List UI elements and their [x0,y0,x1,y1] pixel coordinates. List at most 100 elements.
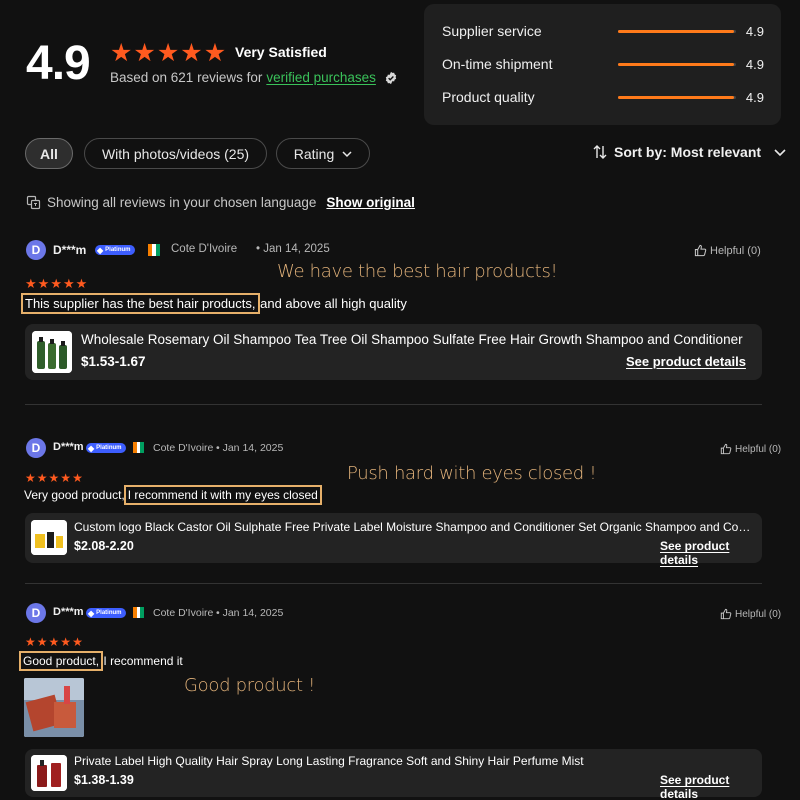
helpful-count: Helpful (0) [735,443,782,455]
review-text: Very good product, I recommend it with my… [24,485,322,505]
product-price: $1.53-1.67 [81,354,146,369]
review-text-pre: Very good product, [24,488,125,502]
metric-label: Product quality [442,89,535,105]
star-icon: ★ [62,276,76,291]
sort-icon [593,145,607,159]
badge-label: Platinum [96,445,122,451]
sort-label: Sort by: Most relevant [614,144,762,160]
star-icon: ★ [60,471,73,485]
platinum-badge: ◆ Platinum [95,245,135,255]
badge-label: Platinum [96,610,122,616]
product-title[interactable]: Private Label High Quality Hair Spray Lo… [74,754,754,768]
review-stars: ★ ★ ★ ★ ★ [25,276,88,292]
metric-label: Supplier service [442,23,542,39]
helpful-button[interactable]: Helpful (0) [720,608,781,620]
thumbs-up-icon [694,244,707,257]
product-title[interactable]: Custom logo Black Castor Oil Sulphate Fr… [74,520,754,534]
rating-dropdown-label: Rating [293,145,335,162]
product-price: $2.08-2.20 [74,539,134,553]
star-icon: ★ [25,635,37,649]
overall-rating-score: 4.9 [26,37,91,90]
star-icon: ★ [36,635,49,649]
platinum-badge: ◆ Platinum [86,443,126,453]
star-icon: ★ [25,276,38,291]
metric-bar [617,62,736,66]
badge-label: Platinum [105,247,131,253]
filter-rating-dropdown[interactable]: Rating [276,138,370,169]
translate-icon [26,195,41,210]
helpful-count: Helpful (0) [710,244,761,257]
annotation-text: Good product ! [184,675,316,696]
star-icon: ★ [180,39,203,67]
diamond-icon: ◆ [88,443,95,453]
review-count-note: Based on 621 reviews for verified purcha… [110,70,398,85]
product-thumbnail[interactable] [32,331,72,373]
star-icon: ★ [156,39,180,67]
metric-product-quality: Product quality 4.9 [442,87,764,107]
highlighted-phrase: Good product, [18,651,104,671]
thumbs-up-icon [720,443,732,455]
review-text: This supplier has the best hair products… [21,293,407,314]
review-date: • Jan 14, 2025 [216,607,284,619]
country-flag-icon [148,244,160,256]
star-icon: ★ [48,635,61,649]
chevron-down-icon [774,149,786,157]
metric-value: 4.9 [745,89,764,105]
verified-purchases-link[interactable]: verified purchases [266,70,376,85]
thumbs-up-icon [720,608,732,620]
star-icon: ★ [203,39,227,67]
annotation-text: Push hard with eyes closed ! [347,463,597,484]
product-thumbnail[interactable] [31,755,67,791]
star-icon: ★ [72,635,84,649]
language-note: Showing all reviews in your chosen langu… [26,195,415,210]
chevron-down-icon [342,150,352,157]
helpful-count: Helpful (0) [735,608,782,620]
overall-stars: ★ ★ ★ ★ ★ [110,38,227,68]
helpful-button[interactable]: Helpful (0) [694,244,761,257]
highlighted-phrase: I recommend it with my eyes closed [123,485,322,505]
review-text: Good product, I recommend it [18,651,183,671]
highlighted-phrase: This supplier has the best hair products… [21,293,260,314]
avatar: D [26,240,46,260]
metric-bar [617,29,736,33]
see-product-details-link[interactable]: See product details [660,539,762,567]
star-icon: ★ [60,635,73,649]
helpful-button[interactable]: Helpful (0) [720,443,781,455]
review-stars: ★ ★ ★ ★ ★ [25,635,84,649]
review-text-rest: and above all high quality [256,296,407,311]
review-photo[interactable] [24,678,84,737]
country-flag-icon [133,442,145,453]
filter-photos-videos-button[interactable]: With photos/videos (25) [84,138,267,169]
metric-bar [617,95,736,99]
metric-value: 4.9 [745,56,764,72]
filter-all-button[interactable]: All [25,138,73,169]
sort-dropdown[interactable]: Sort by: Most relevant [592,144,787,160]
product-thumbnail[interactable] [31,520,67,555]
verified-badge-icon [385,71,397,84]
product-card[interactable]: Private Label High Quality Hair Spray Lo… [25,749,762,800]
reviewer-name: D***m [53,243,87,257]
product-card[interactable]: Wholesale Rosemary Oil Shampoo Tea Tree … [25,324,762,380]
annotation-text: We have the best hair products! [277,261,558,282]
avatar: D [26,603,46,623]
review-date: • Jan 14, 2025 [216,442,284,454]
language-note-text: Showing all reviews in your chosen langu… [47,195,317,210]
diamond-icon: ◆ [88,608,95,618]
review-country: Cote D'Ivoire [153,442,214,454]
rating-breakdown-panel: Supplier service 4.9 On-time shipment 4.… [424,4,781,125]
diamond-icon: ◆ [97,245,104,255]
product-card[interactable]: Custom logo Black Castor Oil Sulphate Fr… [25,513,762,567]
country-flag-icon [133,607,145,618]
star-icon: ★ [37,276,51,291]
star-icon: ★ [50,276,63,291]
see-product-details-link[interactable]: See product details [660,773,762,800]
metric-supplier-service: Supplier service 4.9 [442,21,764,41]
show-original-link[interactable]: Show original [326,195,415,210]
product-title[interactable]: Wholesale Rosemary Oil Shampoo Tea Tree … [81,332,746,347]
metric-value: 4.9 [745,23,764,39]
see-product-details-link[interactable]: See product details [626,354,746,369]
review-date: • Jan 14, 2025 [256,243,330,255]
reviewer-name: D***m [53,441,84,453]
product-price: $1.38-1.39 [74,773,134,787]
satisfaction-label: Very Satisfied [235,44,327,60]
